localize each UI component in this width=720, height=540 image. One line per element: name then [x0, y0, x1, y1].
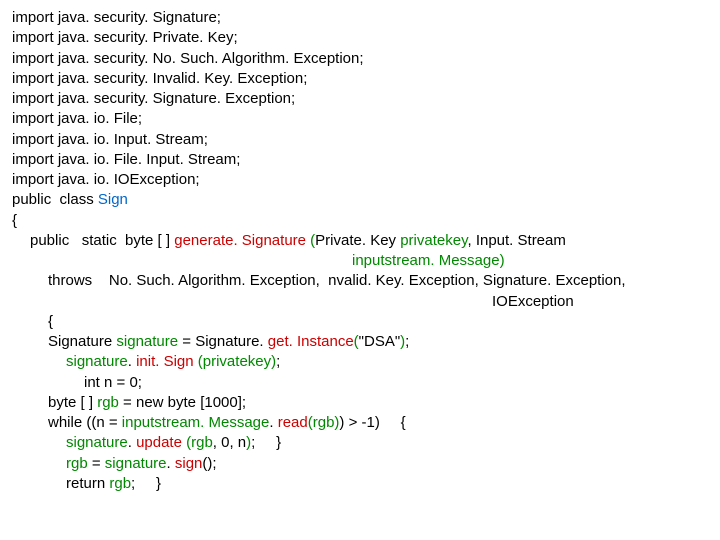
var-inputstream: inputstream. Message: [122, 414, 270, 431]
code-line-6: import java. io. File;: [12, 109, 708, 129]
byte-init: = new byte [1000];: [119, 394, 246, 411]
code-line-1: import java. security. Signature;: [12, 8, 708, 28]
code-line-15: IOException: [12, 292, 708, 312]
method-read: read: [278, 414, 308, 431]
semicolon: ;: [405, 333, 409, 350]
var-signature-2: signature: [66, 353, 128, 370]
code-line-7: import java. io. Input. Stream;: [12, 130, 708, 150]
param-type-1: Private. Key: [315, 232, 400, 249]
code-line-20: byte [ ] rgb = new byte [1000];: [12, 393, 708, 413]
method-initsign: init. Sign: [136, 353, 198, 370]
throws-keyword: throws: [48, 272, 109, 289]
code-line-23: rgb = signature. sign();: [12, 454, 708, 474]
code-line-14: throws No. Such. Algorithm. Exception, n…: [12, 271, 708, 291]
return-keyword: return: [66, 475, 109, 492]
dot-4: .: [167, 455, 175, 472]
var-signature-4: signature: [105, 455, 167, 472]
code-line-19: int n = 0;: [12, 373, 708, 393]
param-name-2: inputstream. Message: [352, 252, 500, 269]
code-line-18: signature. init. Sign (privatekey);: [12, 352, 708, 372]
semicolon-2: ;: [276, 353, 280, 370]
type-signature: Signature: [48, 333, 116, 350]
code-line-22: signature. update (rgb, 0, n); }: [12, 433, 708, 453]
paren-close: ): [500, 252, 505, 269]
code-line-16: {: [12, 312, 708, 332]
update-tail: ; }: [251, 434, 281, 451]
method-update: update: [136, 434, 186, 451]
while-tail: ) > -1) {: [339, 414, 405, 431]
byte-decl: byte [ ]: [48, 394, 97, 411]
return-tail: ; }: [131, 475, 161, 492]
code-line-3: import java. security. No. Such. Algorit…: [12, 49, 708, 69]
assign-eq: =: [88, 455, 105, 472]
var-rgb: rgb: [97, 394, 119, 411]
method-modifiers: public static byte [ ]: [30, 232, 174, 249]
code-line-24: return rgb; }: [12, 474, 708, 494]
dot-3: .: [128, 434, 136, 451]
code-line-5: import java. security. Signature. Except…: [12, 89, 708, 109]
arg-rgb: rgb: [313, 414, 335, 431]
code-line-8: import java. io. File. Input. Stream;: [12, 150, 708, 170]
code-line-13: inputstream. Message): [12, 251, 708, 271]
method-name: generate. Signature: [174, 232, 310, 249]
dot-2: .: [269, 414, 277, 431]
code-line-11: {: [12, 211, 708, 231]
param-name-1: privatekey: [400, 232, 467, 249]
arg-rgb-2: rgb: [191, 434, 213, 451]
code-line-12: public static byte [ ] generate. Signatu…: [12, 231, 708, 251]
var-signature: signature: [116, 333, 178, 350]
args-tail: , 0, n: [213, 434, 246, 451]
code-line-17: Signature signature = Signature. get. In…: [12, 332, 708, 352]
while-text: while ((n =: [48, 414, 122, 431]
var-rgb-3: rgb: [66, 455, 88, 472]
code-line-9: import java. io. IOException;: [12, 170, 708, 190]
class-name: Sign: [98, 191, 128, 208]
var-rgb-4: rgb: [109, 475, 131, 492]
code-line-4: import java. security. Invalid. Key. Exc…: [12, 69, 708, 89]
code-line-2: import java. security. Private. Key;: [12, 28, 708, 48]
code-line-21: while ((n = inputstream. Message. read(r…: [12, 413, 708, 433]
dot: .: [128, 353, 136, 370]
code-line-10: public class Sign: [12, 190, 708, 210]
keyword-public-class: public class: [12, 191, 98, 208]
assign-text: = Signature.: [178, 333, 268, 350]
sign-tail: ();: [202, 455, 216, 472]
method-sign: sign: [175, 455, 203, 472]
param-type-2: , Input. Stream: [467, 232, 565, 249]
throws-list: No. Such. Algorithm. Exception, nvalid. …: [109, 272, 626, 289]
var-signature-3: signature: [66, 434, 128, 451]
method-getinstance: get. Instance: [268, 333, 354, 350]
string-dsa: "DSA": [359, 333, 401, 350]
arg-privatekey: privatekey: [203, 353, 271, 370]
